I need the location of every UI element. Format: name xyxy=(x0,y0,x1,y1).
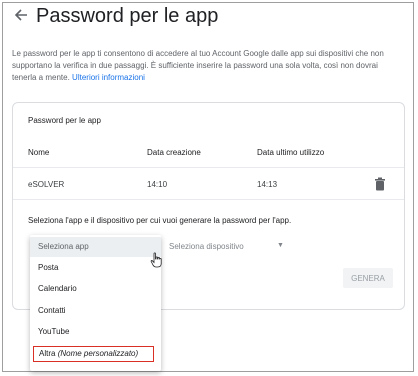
column-header-last-used: Data ultimo utilizzo xyxy=(257,148,325,157)
dropdown-option[interactable]: Calendario xyxy=(30,279,161,299)
dropdown-option[interactable]: Contatti xyxy=(30,301,161,321)
app-passwords-page: Password per le app Le password per le a… xyxy=(2,2,414,372)
custom-option-note: (Nome personalizzato) xyxy=(57,349,139,358)
app-select-dropdown[interactable]: Seleziona app Posta Calendario Contatti … xyxy=(30,235,161,371)
row-last-used: 14:13 xyxy=(257,180,278,189)
dropdown-option[interactable]: YouTube xyxy=(30,322,161,342)
table-divider xyxy=(13,199,404,200)
page-header: Password per le app xyxy=(3,3,413,33)
device-select[interactable]: Seleziona dispositivo xyxy=(169,242,244,251)
custom-option-label: Altra xyxy=(39,349,56,358)
hand-cursor-icon xyxy=(150,252,162,268)
intro-description: Le password per le app ti consentono di … xyxy=(12,49,384,82)
generate-button[interactable]: GENERA xyxy=(343,268,393,288)
dropdown-option[interactable]: Posta xyxy=(30,258,161,278)
row-app-name: eSOLVER xyxy=(28,180,65,189)
dropdown-option-custom[interactable]: Altra (Nome personalizzato) xyxy=(33,346,154,362)
arrow-back-icon[interactable] xyxy=(14,8,30,24)
generate-prompt: Seleziona l'app e il dispositivo per cui… xyxy=(28,216,292,225)
card-title: Password per le app xyxy=(28,116,101,125)
row-created: 14:10 xyxy=(147,180,168,189)
app-select-current[interactable]: Seleziona app xyxy=(30,237,161,257)
chevron-down-icon: ▼ xyxy=(277,242,284,249)
trash-icon[interactable] xyxy=(374,177,386,191)
column-header-created: Data creazione xyxy=(147,148,201,157)
table-divider xyxy=(13,167,404,168)
intro-text: Le password per le app ti consentono di … xyxy=(12,48,404,84)
column-header-name: Nome xyxy=(28,148,50,157)
learn-more-link[interactable]: Ulteriori informazioni xyxy=(72,73,145,82)
page-title: Password per le app xyxy=(36,5,219,27)
